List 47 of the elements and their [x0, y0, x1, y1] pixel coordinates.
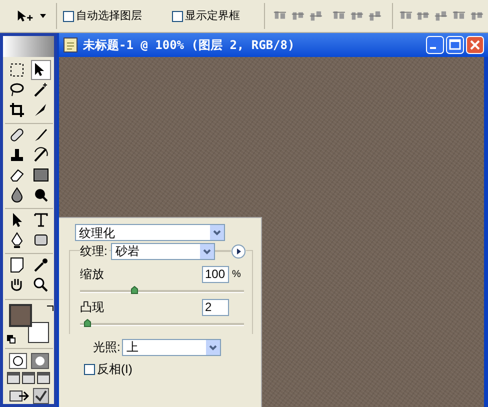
slider-label: 缩放	[80, 266, 105, 283]
background-color-swatch[interactable]	[28, 322, 48, 344]
checkbox-option[interactable]: 自动选择图层	[62, 8, 142, 24]
screen-mode-icon[interactable]	[7, 372, 20, 384]
value-field[interactable]: 100	[202, 266, 229, 282]
slider-label: 凸现	[80, 299, 105, 316]
light-dropdown[interactable]: 上	[122, 338, 222, 356]
window-title: 未标题-1 @ 100% (图层 2, RGB/8)	[83, 37, 295, 54]
default-colors-icon[interactable]	[6, 335, 16, 344]
align-icon[interactable]	[368, 9, 382, 23]
texture-dropdown[interactable]: 砂岩	[111, 242, 216, 260]
eyedropper-icon[interactable]	[32, 256, 50, 274]
maximize-icon[interactable]	[446, 36, 464, 54]
minimize-icon[interactable]	[426, 36, 444, 54]
align-icon[interactable]	[434, 9, 448, 23]
checkbox-option[interactable]: 反相(I)	[84, 360, 261, 378]
align-icon[interactable]	[308, 9, 322, 23]
quick-mask-icon[interactable]	[30, 352, 48, 369]
foreground-color-swatch[interactable]	[8, 304, 32, 328]
play-circle-icon[interactable]	[231, 244, 246, 258]
magic-wand-icon[interactable]	[32, 81, 50, 100]
standard-mode-icon[interactable]	[8, 352, 26, 369]
gradient-icon[interactable]	[32, 166, 50, 184]
screen-mode-icon[interactable]	[37, 372, 50, 384]
checkbox[interactable]	[62, 10, 74, 22]
texture-label: 纹理:	[80, 242, 110, 260]
caret-icon[interactable]	[40, 14, 46, 18]
filter-dropdown[interactable]: 纹理化	[75, 224, 225, 241]
checkbox-option[interactable]: 显示定界框	[172, 8, 240, 24]
checkbox[interactable]	[172, 10, 183, 22]
zoom-icon[interactable]	[32, 276, 50, 294]
checkmark-icon[interactable]	[32, 388, 48, 404]
marquee-icon[interactable]	[8, 61, 26, 80]
checkbox[interactable]	[84, 364, 95, 374]
document-icon	[63, 37, 79, 53]
slider-thumb[interactable]	[131, 286, 138, 294]
screen-mode-icon[interactable]	[22, 372, 35, 384]
note-icon[interactable]	[8, 256, 26, 274]
light-label: 光照:	[93, 339, 120, 356]
unit-label: %	[232, 268, 242, 282]
value-field[interactable]: 2	[202, 298, 229, 316]
close-icon[interactable]	[466, 36, 484, 54]
slider-thumb[interactable]	[84, 319, 91, 327]
jump-to-icon[interactable]	[8, 388, 28, 404]
type-icon[interactable]	[32, 211, 50, 230]
move-tool-icon[interactable]	[32, 61, 50, 80]
crop-icon[interactable]	[8, 101, 26, 120]
